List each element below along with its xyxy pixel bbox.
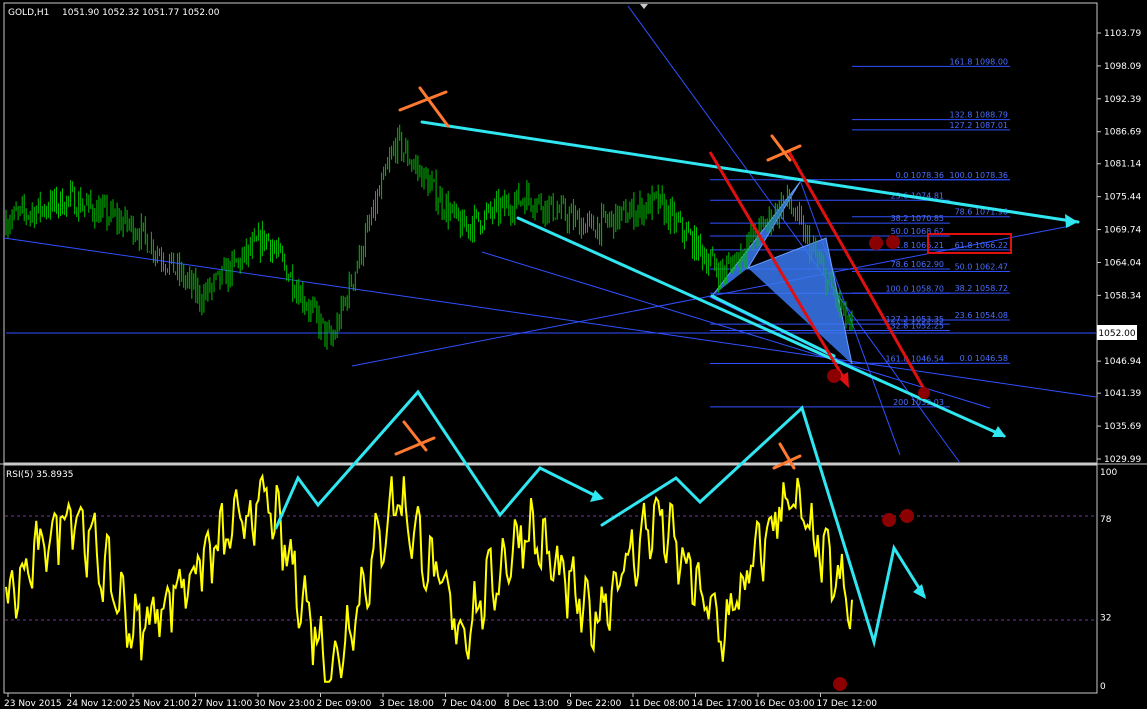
current-price-label: 1052.00 <box>1098 329 1135 339</box>
price-tick-label: 1069.74 <box>1104 226 1141 236</box>
fib-level-label: 100.0 1058.70 <box>885 284 944 293</box>
price-tick-label: 1041.39 <box>1104 389 1141 399</box>
price-tick-label: 1075.44 <box>1104 193 1141 203</box>
fib-level-label: 132.8 1052.25 <box>885 322 944 331</box>
price-tick-label: 1046.94 <box>1104 357 1141 367</box>
time-tick-label: 14 Dec 17:00 <box>692 699 753 709</box>
time-tick-label: 7 Dec 04:00 <box>442 699 497 709</box>
chart-window[interactable]: 1103.79 1098.09 1092.39 1086.69 1081.14 1075.… <box>0 0 1147 709</box>
rsi-level-label: 32 <box>1100 614 1111 624</box>
rsi-level-label: 78 <box>1100 515 1112 525</box>
fib-level-label: 127.2 1087.01 <box>949 121 1008 130</box>
fib-level-label: 23.6 1054.08 <box>955 311 1008 320</box>
marker-dot <box>918 387 930 399</box>
time-tick-label: 2 Dec 09:00 <box>317 699 372 709</box>
fib-level-label: 161.8 1098.00 <box>949 57 1008 66</box>
fib-level-label: 100.0 1078.36 <box>949 171 1008 180</box>
price-tick-label: 1058.34 <box>1104 291 1141 301</box>
time-tick-label: 8 Dec 13:00 <box>504 699 559 709</box>
fib-level-label: 78.6 1062.90 <box>891 260 944 269</box>
ohlc-label: 1051.90 1052.32 1051.77 1052.00 <box>62 8 220 18</box>
rsi-label: RSI(5) 35.8935 <box>6 470 73 480</box>
fib-level-label: 38.2 1058.72 <box>955 284 1008 293</box>
rsi-level-label: 100 <box>1100 468 1117 478</box>
fib-level-label: 61.8 1066.22 <box>955 241 1008 250</box>
time-tick-label: 3 Dec 18:00 <box>379 699 434 709</box>
fib-level-label: 161.8 1046.54 <box>885 354 944 363</box>
time-tick-label: 9 Dec 22:00 <box>567 699 622 709</box>
time-tick-label: 27 Nov 11:00 <box>192 699 253 709</box>
time-tick-label: 30 Nov 23:00 <box>254 699 315 709</box>
fib-level-label: 38.2 1070.85 <box>891 214 944 223</box>
marker-dot <box>900 509 914 523</box>
fib-level-label: 0.0 1078.36 <box>896 171 944 180</box>
marker-dot <box>882 513 896 527</box>
time-tick-label: 25 Nov 21:00 <box>129 699 190 709</box>
fib-level-label: 50.0 1062.47 <box>955 263 1008 272</box>
time-tick-label: 24 Nov 12:00 <box>67 699 128 709</box>
fib-level-label: 0.0 1046.58 <box>960 354 1008 363</box>
time-tick-label: 16 Dec 03:00 <box>754 699 815 709</box>
price-tick-label: 1029.99 <box>1104 455 1141 465</box>
time-tick-label: 17 Dec 12:00 <box>817 699 878 709</box>
time-tick-label: 11 Dec 08:00 <box>629 699 690 709</box>
price-tick-label: 1098.09 <box>1104 62 1141 72</box>
marker-dot <box>886 235 900 249</box>
price-tick-label: 1081.14 <box>1104 160 1141 170</box>
price-tick-label: 1064.04 <box>1104 258 1141 268</box>
price-tick-label: 1035.69 <box>1104 422 1141 432</box>
price-tick-label: 1086.69 <box>1104 128 1141 138</box>
marker-dot <box>827 369 841 383</box>
price-tick-label: 1103.79 <box>1104 29 1141 39</box>
marker-dot <box>869 236 883 250</box>
marker-dot <box>833 677 847 691</box>
symbol-label: GOLD,H1 <box>8 8 49 18</box>
time-tick-label: 23 Nov 2015 <box>4 699 62 709</box>
fib-level-label: 132.8 1088.79 <box>949 111 1008 120</box>
price-tick-label: 1092.39 <box>1104 95 1141 105</box>
rsi-level-label: 0 <box>1100 682 1106 692</box>
